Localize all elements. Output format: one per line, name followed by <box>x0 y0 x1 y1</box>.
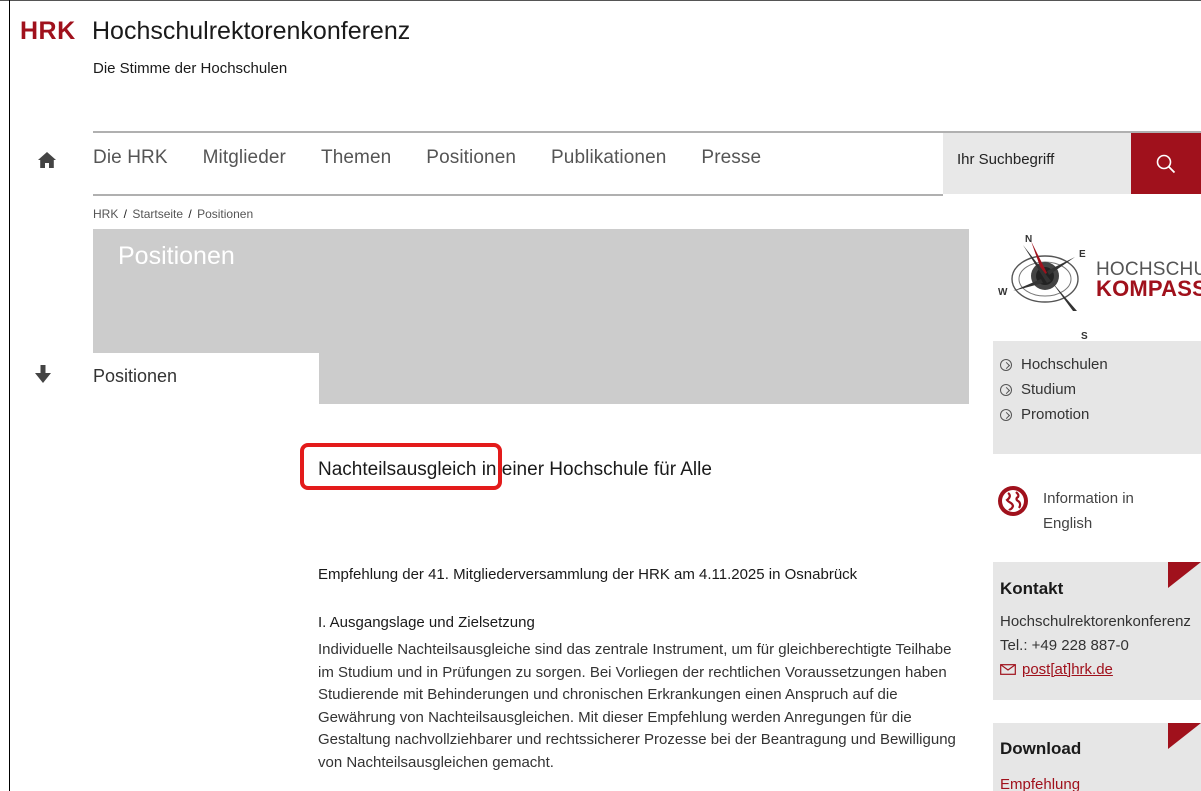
kompass-link-promotion[interactable]: Promotion <box>1000 402 1108 427</box>
highlight-box <box>300 443 502 490</box>
kompass-link-label: Studium <box>1021 381 1077 398</box>
compass-w: W <box>998 287 1008 298</box>
kompass-word-kompass: KOMPASS <box>1096 276 1201 301</box>
compass-icon: N E W S <box>998 234 1088 341</box>
english-info-link[interactable]: Information in English <box>1043 486 1153 536</box>
contact-email[interactable]: post[at]hrk.de <box>1000 661 1113 678</box>
contact-org: Hochschulrektorenkonferenz <box>1000 613 1191 630</box>
home-icon[interactable] <box>37 150 57 170</box>
hero-title: Positionen <box>118 242 235 270</box>
article-section-heading: I. Ausgangslage und Zielsetzung <box>318 614 535 631</box>
circle-arrow-icon <box>1000 383 1012 396</box>
nav-item-publikationen[interactable]: Publikationen <box>551 147 666 169</box>
download-link[interactable]: Empfehlung <box>1000 776 1080 791</box>
mail-icon <box>1000 664 1016 675</box>
logo-subtitle: Die Stimme der Hochschulen <box>93 60 288 77</box>
search-box <box>943 133 1131 194</box>
globe-icon[interactable] <box>997 485 1029 517</box>
compass-e: E <box>1079 249 1086 260</box>
section-tab[interactable]: Positionen <box>93 353 319 408</box>
contact-title: Kontakt <box>1000 579 1064 598</box>
kompass-link-studium[interactable]: Studium <box>1000 377 1108 402</box>
article-lead: Empfehlung der 41. Mitgliederversammlung… <box>318 566 858 583</box>
search-input[interactable] <box>957 151 1127 168</box>
section-tab-label: Positionen <box>93 366 178 386</box>
card-corner-decoration <box>1168 562 1201 588</box>
nav-divider-bottom <box>93 194 943 196</box>
kompass-link-label: Promotion <box>1021 406 1090 423</box>
arrow-down-icon[interactable] <box>34 364 52 384</box>
kompass-link-hochschulen[interactable]: Hochschulen <box>1000 352 1108 377</box>
breadcrumb-separator: / <box>185 207 196 221</box>
kompass-links: Hochschulen Studium Promotion <box>1000 352 1108 427</box>
compass-n: N <box>1025 234 1032 245</box>
contact-email-link[interactable]: post[at]hrk.de <box>1022 661 1113 678</box>
nav-item-presse[interactable]: Presse <box>701 147 761 169</box>
window-top-border <box>0 0 1201 1</box>
nav-item-positionen[interactable]: Positionen <box>426 147 516 169</box>
breadcrumb-separator: / <box>120 207 131 221</box>
nav-item-die-hrk[interactable]: Die HRK <box>93 147 168 169</box>
compass-s: S <box>1081 331 1088 341</box>
article-body: Individuelle Nachteilsausgleiche sind da… <box>318 641 956 771</box>
breadcrumb-hrk[interactable]: HRK <box>93 207 118 221</box>
circle-arrow-icon <box>1000 408 1012 421</box>
download-title: Download <box>1000 739 1082 758</box>
breadcrumb: HRK / Startseite / Positionen <box>93 207 253 221</box>
circle-arrow-icon <box>1000 358 1012 371</box>
search-button[interactable] <box>1131 133 1201 194</box>
nav-item-mitglieder[interactable]: Mitglieder <box>203 147 286 169</box>
contact-phone: Tel.: +49 228 887-0 <box>1000 637 1129 654</box>
breadcrumb-positionen[interactable]: Positionen <box>197 207 253 221</box>
kompass-link-label: Hochschulen <box>1021 356 1108 373</box>
card-corner-decoration <box>1168 723 1201 749</box>
logo-abbr[interactable]: HRK <box>20 17 76 46</box>
breadcrumb-startseite[interactable]: Startseite <box>132 207 183 221</box>
logo-title[interactable]: Hochschulrektorenkonferenz <box>92 17 410 46</box>
search-icon <box>1156 154 1176 173</box>
nav-item-themen[interactable]: Themen <box>321 147 391 169</box>
window-left-border <box>9 0 10 791</box>
main-nav: Die HRK Mitglieder Themen Positionen Pub… <box>93 147 796 169</box>
